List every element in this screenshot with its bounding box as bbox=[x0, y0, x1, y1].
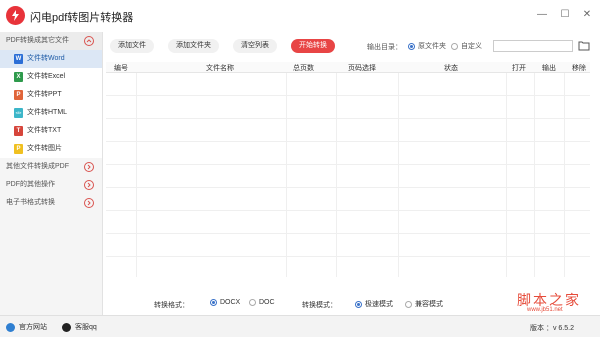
output-source-option[interactable]: 原文件夹 bbox=[408, 41, 446, 51]
mode-label: 转换模式： bbox=[302, 302, 337, 309]
sidebar-section-label: 电子书格式转换 bbox=[6, 199, 55, 206]
grid-line bbox=[136, 73, 137, 277]
mode-fast-option[interactable]: 极速模式 bbox=[355, 299, 393, 309]
sidebar-section-other-to-pdf[interactable]: 其他文件转换成PDF bbox=[0, 158, 102, 176]
site-watermark: 脚本之家 www.jb51.net bbox=[517, 290, 597, 316]
radio-selected-icon bbox=[210, 299, 217, 306]
col-header-open: 打开 bbox=[512, 65, 526, 72]
word-icon: W bbox=[14, 54, 23, 64]
title-bar: 闪电pdf转图片转换器 — ☐ ✕ bbox=[0, 0, 600, 32]
sidebar-item-to-image[interactable]: P 文件转图片 bbox=[0, 140, 102, 158]
qq-icon bbox=[62, 322, 71, 332]
watermark-url: www.jb51.net bbox=[527, 307, 563, 313]
start-convert-button[interactable]: 开始转换 bbox=[291, 39, 335, 53]
grid-line bbox=[106, 118, 590, 119]
sidebar: PDF转换成其它文件 W 文件转Word X 文件转Excel P 文件转PPT… bbox=[0, 32, 103, 315]
sidebar-item-label: 文件转Word bbox=[27, 55, 65, 62]
col-header-pages: 总页数 bbox=[293, 65, 314, 72]
minimize-button[interactable]: — bbox=[536, 9, 548, 20]
mode-compat-option[interactable]: 兼容模式 bbox=[405, 299, 443, 309]
col-header-remove: 移除 bbox=[572, 65, 586, 72]
status-bar: 官方网站 客服qq 版本 ：v 6.5.2 bbox=[0, 315, 600, 337]
chevron-right-icon bbox=[84, 198, 94, 208]
grid-line bbox=[106, 210, 590, 211]
col-header-page-select: 页码选择 bbox=[348, 65, 376, 72]
sidebar-item-to-excel[interactable]: X 文件转Excel bbox=[0, 68, 102, 86]
table-header: 编号 文件名称 总页数 页码选择 状态 打开 输出 移除 bbox=[106, 62, 590, 73]
app-title: 闪电pdf转图片转换器 bbox=[30, 12, 134, 24]
image-icon: P bbox=[14, 144, 23, 154]
add-file-button[interactable]: 添加文件 bbox=[110, 39, 154, 53]
folder-icon[interactable] bbox=[578, 40, 590, 51]
format-label: 转换格式： bbox=[154, 302, 189, 309]
sidebar-item-to-ppt[interactable]: P 文件转PPT bbox=[0, 86, 102, 104]
chevron-up-icon bbox=[84, 36, 94, 46]
customer-service-link[interactable]: 客服qq bbox=[62, 322, 97, 332]
grid-line bbox=[106, 141, 590, 142]
grid-line bbox=[106, 95, 590, 96]
sidebar-item-label: 文件转PPT bbox=[27, 91, 62, 98]
radio-selected-icon bbox=[355, 300, 362, 308]
add-folder-button[interactable]: 添加文件夹 bbox=[168, 39, 219, 53]
sidebar-section-label: 其他文件转换成PDF bbox=[6, 163, 69, 170]
sidebar-item-label: 文件转HTML bbox=[27, 109, 68, 116]
sidebar-section-ebook[interactable]: 电子书格式转换 bbox=[0, 194, 102, 212]
sidebar-item-to-word[interactable]: W 文件转Word bbox=[0, 50, 102, 68]
format-doc-option[interactable]: DOC bbox=[249, 299, 275, 306]
radio-icon bbox=[405, 300, 412, 308]
output-dir-label: 输出目录： bbox=[367, 44, 402, 51]
official-website-link[interactable]: 官方网站 bbox=[6, 322, 47, 332]
sidebar-item-to-html[interactable]: </> 文件转HTML bbox=[0, 104, 102, 122]
col-header-status: 状态 bbox=[444, 65, 458, 72]
grid-line bbox=[286, 73, 287, 277]
sidebar-item-label: 文件转Excel bbox=[27, 73, 66, 80]
app-logo-icon bbox=[6, 6, 25, 25]
format-docx-option[interactable]: DOCX bbox=[210, 299, 240, 306]
close-button[interactable]: ✕ bbox=[581, 9, 593, 20]
grid-line bbox=[398, 73, 399, 277]
toolbar: 添加文件 添加文件夹 清空列表 开始转换 输出目录： 原文件夹 自定义 bbox=[104, 36, 600, 56]
col-header-output: 输出 bbox=[542, 65, 556, 72]
grid-line bbox=[106, 256, 590, 257]
sidebar-section-label: PDF转换成其它文件 bbox=[6, 37, 69, 44]
grid-line bbox=[336, 73, 337, 277]
output-custom-option[interactable]: 自定义 bbox=[451, 41, 482, 51]
excel-icon: X bbox=[14, 72, 23, 82]
clear-list-button[interactable]: 清空列表 bbox=[233, 39, 277, 53]
maximize-button[interactable]: ☐ bbox=[559, 9, 571, 20]
col-header-filename: 文件名称 bbox=[206, 65, 234, 72]
grid-line bbox=[106, 164, 590, 165]
output-path-input[interactable] bbox=[493, 40, 573, 52]
file-table: 编号 文件名称 总页数 页码选择 状态 打开 输出 移除 bbox=[106, 62, 590, 277]
col-header-number: 编号 bbox=[114, 65, 128, 72]
grid-line bbox=[106, 187, 590, 188]
grid-line bbox=[564, 73, 565, 277]
version-label: 版本 ：v 6.5.2 bbox=[530, 325, 574, 332]
sidebar-item-label: 文件转TXT bbox=[27, 127, 62, 134]
grid-line bbox=[534, 73, 535, 277]
radio-selected-icon bbox=[408, 42, 415, 50]
sidebar-section-pdf-other-ops[interactable]: PDF的其他操作 bbox=[0, 176, 102, 194]
grid-line bbox=[506, 73, 507, 277]
html-icon: </> bbox=[14, 108, 23, 118]
ppt-icon: P bbox=[14, 90, 23, 100]
txt-icon: T bbox=[14, 126, 23, 136]
radio-icon bbox=[249, 299, 256, 306]
sidebar-section-label: PDF的其他操作 bbox=[6, 181, 55, 188]
chevron-right-icon bbox=[84, 180, 94, 190]
radio-icon bbox=[451, 42, 458, 50]
sidebar-section-pdf-to-other[interactable]: PDF转换成其它文件 bbox=[0, 32, 102, 50]
sidebar-item-label: 文件转图片 bbox=[27, 145, 62, 152]
sidebar-item-to-txt[interactable]: T 文件转TXT bbox=[0, 122, 102, 140]
chevron-right-icon bbox=[84, 162, 94, 172]
ie-icon bbox=[6, 322, 15, 332]
grid-line bbox=[106, 233, 590, 234]
